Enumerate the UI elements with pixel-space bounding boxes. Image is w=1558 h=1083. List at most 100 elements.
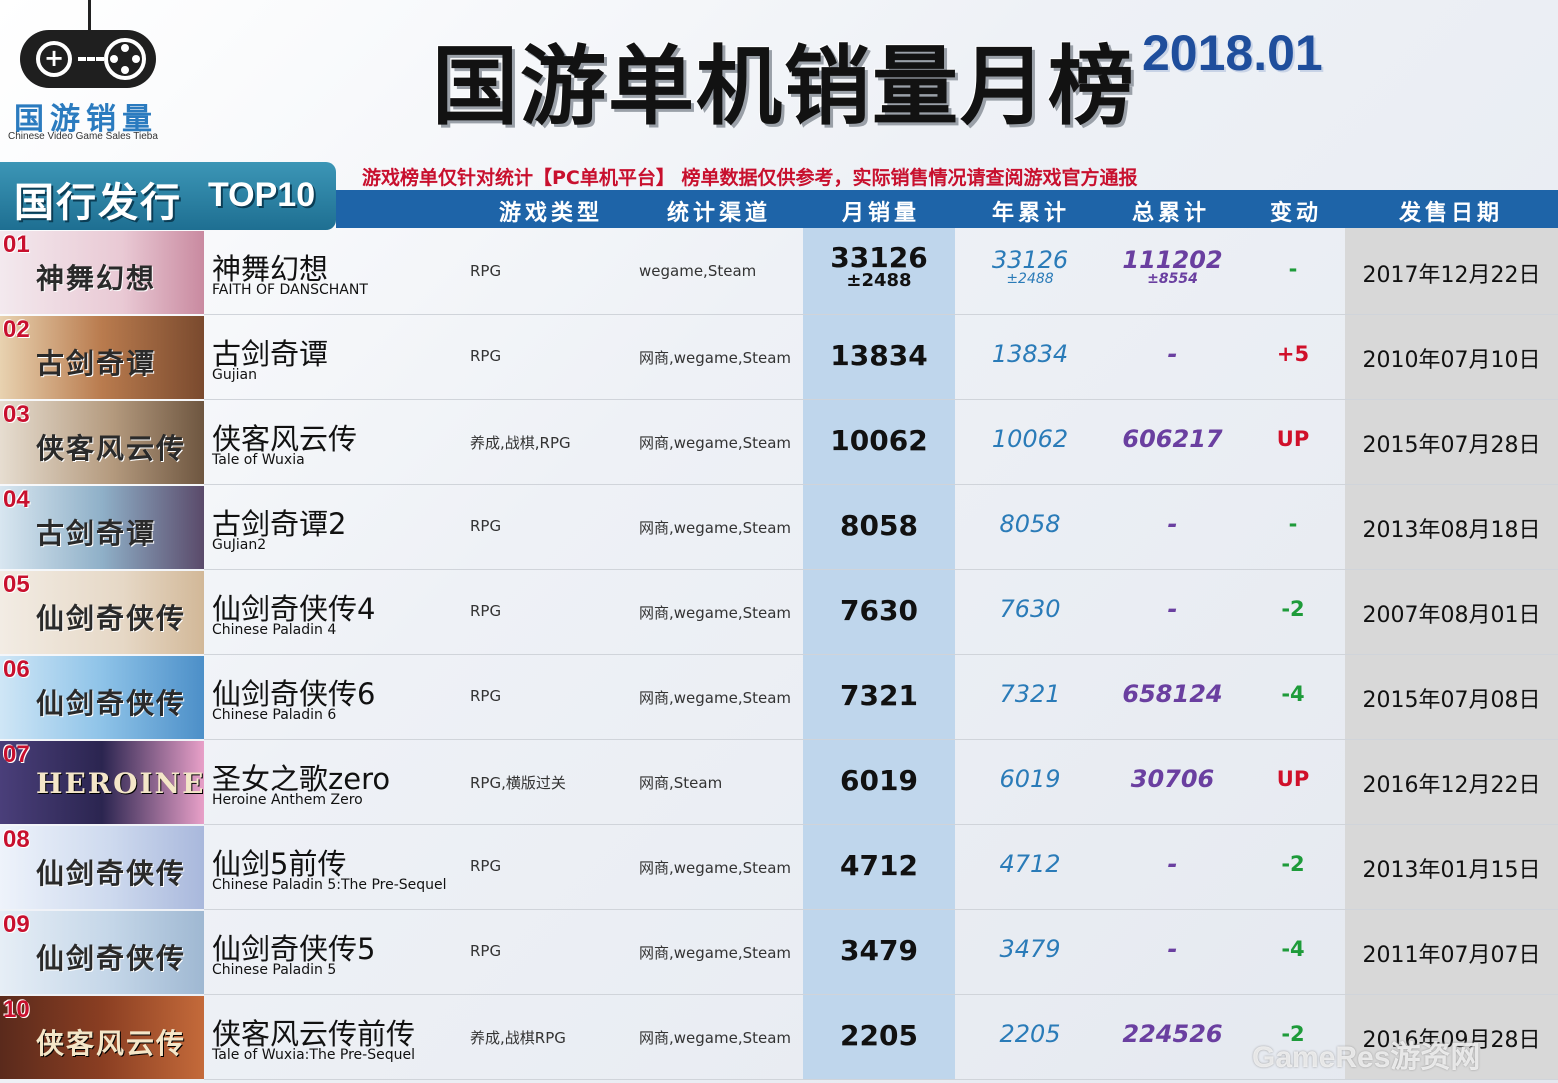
gamepad-icon: + (20, 30, 156, 88)
cover-title: 侠客风云传 (36, 432, 187, 465)
monthly-sales: 7630 (803, 594, 955, 627)
yearly-total-value: 3479 (999, 935, 1061, 963)
table-row: 神舞幻想 01 神舞幻想 FAITH OF DANSCHANT RPG wega… (0, 230, 1558, 315)
sales-channel: 网商,wegame,Steam (639, 519, 792, 537)
header-genre: 游戏类型 (498, 201, 603, 226)
rank-change: +5 (1276, 342, 1310, 366)
table-row: 仙剑奇侠传 08 仙剑5前传 Chinese Paladin 5:The Pre… (0, 825, 1558, 910)
cumulative-total: - (1100, 510, 1245, 538)
yearly-total: 4712 (955, 850, 1105, 878)
gamepad-buttons-icon (104, 38, 146, 80)
monthly-sales: 3479 (803, 934, 955, 967)
game-genre: RPG (470, 602, 502, 620)
monthly-sales: 33126 ±2488 (803, 244, 955, 290)
table-header: 游戏类型 统计渠道 月销量 年累计 总累计 变动 发售日期 (336, 190, 1558, 228)
yearly-total: 6019 (955, 765, 1105, 793)
yearly-total: 7321 (955, 680, 1105, 708)
cumulative-total: - (1100, 850, 1245, 878)
rank-change: UP (1276, 767, 1310, 791)
sales-channel: 网商,wegame,Steam (639, 859, 792, 877)
cumulative-total-value: - (1167, 935, 1178, 963)
game-name-en: GuJian2 (212, 537, 267, 553)
yearly-total: 33126 ±2488 (955, 248, 1105, 286)
game-genre: 养成,战棋,RPG (470, 434, 571, 452)
release-date: 2010年07月10日 (1362, 348, 1541, 373)
cumulative-total-margin: ±8554 (1147, 271, 1198, 287)
rank-number: 03 (3, 401, 30, 428)
table-row: 侠客风云传 03 侠客风云传 Tale of Wuxia 养成,战棋,RPG 网… (0, 400, 1558, 485)
sales-channel: 网商,wegame,Steam (639, 1029, 792, 1047)
rank-change: - (1288, 257, 1298, 281)
monthly-sales-value: 13834 (830, 339, 928, 372)
cumulative-total-value: 658124 (1122, 680, 1223, 708)
rank-change: -4 (1281, 937, 1305, 961)
cumulative-total: - (1100, 595, 1245, 623)
game-name-en: Chinese Paladin 5 (212, 962, 337, 978)
cover-title: 仙剑奇侠传 (36, 687, 187, 720)
cover-title: 仙剑奇侠传 (36, 942, 187, 975)
release-date: 2015年07月08日 (1362, 688, 1541, 713)
monthly-sales-value: 3479 (840, 934, 918, 967)
monthly-sales: 7321 (803, 679, 955, 712)
rank-number: 10 (3, 996, 30, 1023)
rank-number: 04 (3, 486, 30, 513)
game-cover-image: 仙剑奇侠传 05 (0, 571, 204, 654)
yearly-total-value: 7321 (999, 680, 1061, 708)
monthly-sales: 2205 (803, 1019, 955, 1052)
cumulative-total: 30706 (1100, 765, 1245, 793)
game-name-en: Tale of Wuxia:The Pre-Sequel (212, 1047, 415, 1063)
release-date: 2013年08月18日 (1362, 518, 1541, 543)
sales-channel: 网商,wegame,Steam (639, 349, 792, 367)
game-cover-image: 仙剑奇侠传 06 (0, 656, 204, 739)
badge-cn: 国行发行 (14, 180, 182, 226)
yearly-total: 7630 (955, 595, 1105, 623)
monthly-sales: 8058 (803, 509, 955, 542)
sales-channel: 网商,wegame,Steam (639, 689, 792, 707)
game-cover-image: 仙剑奇侠传 09 (0, 911, 204, 994)
cumulative-total-value: 111202 (1122, 246, 1223, 274)
header-month: 月销量 (841, 201, 920, 226)
rank-change: -2 (1281, 597, 1305, 621)
yearly-total: 8058 (955, 510, 1105, 538)
period-label: 2018.01 (1142, 25, 1323, 81)
yearly-total-margin: ±2488 (1006, 271, 1054, 287)
cumulative-total-value: - (1167, 595, 1178, 623)
game-genre: RPG (470, 687, 502, 705)
cover-title: 仙剑奇侠传 (36, 857, 187, 890)
monthly-sales-value: 6019 (840, 764, 918, 797)
monthly-sales: 10062 (803, 424, 955, 457)
game-genre: RPG,横版过关 (470, 774, 566, 792)
cumulative-total: - (1100, 935, 1245, 963)
yearly-total-value: 4712 (999, 850, 1061, 878)
header-channel: 统计渠道 (666, 201, 771, 226)
yearly-total-value: 13834 (991, 340, 1069, 368)
sales-channel: 网商,wegame,Steam (639, 944, 792, 962)
release-date: 2013年01月15日 (1362, 858, 1541, 883)
header-year: 年累计 (991, 201, 1070, 226)
release-date: 2017年12月22日 (1362, 263, 1541, 288)
yearly-total-value: 8058 (999, 510, 1061, 538)
rank-number: 07 (3, 741, 30, 768)
rank-number: 05 (3, 571, 30, 598)
table-row: 仙剑奇侠传 05 仙剑奇侠传4 Chinese Paladin 4 RPG 网商… (0, 570, 1558, 655)
cumulative-total: 111202 ±8554 (1100, 248, 1245, 286)
game-name-en: FAITH OF DANSCHANT (212, 282, 368, 298)
sales-channel: wegame,Steam (639, 262, 757, 280)
cumulative-total-value: - (1167, 850, 1178, 878)
game-genre: RPG (470, 347, 502, 365)
monthly-sales: 6019 (803, 764, 955, 797)
section-badge: 国行发行 TOP10 (0, 162, 336, 230)
game-name-en: Chinese Paladin 6 (212, 707, 337, 723)
table-row: 古剑奇谭 04 古剑奇谭2 GuJian2 RPG 网商,wegame,Stea… (0, 485, 1558, 570)
game-genre: RPG (470, 857, 502, 875)
yearly-total: 3479 (955, 935, 1105, 963)
dpad-icon: + (36, 41, 72, 77)
game-genre: RPG (470, 942, 502, 960)
rank-number: 02 (3, 316, 30, 343)
controller-cable (88, 0, 91, 34)
cover-title: 仙剑奇侠传 (36, 602, 187, 635)
cumulative-total: 606217 (1100, 425, 1245, 453)
release-date: 2011年07月07日 (1362, 943, 1541, 968)
release-date: 2007年08月01日 (1362, 603, 1541, 628)
release-date: 2015年07月28日 (1362, 433, 1541, 458)
